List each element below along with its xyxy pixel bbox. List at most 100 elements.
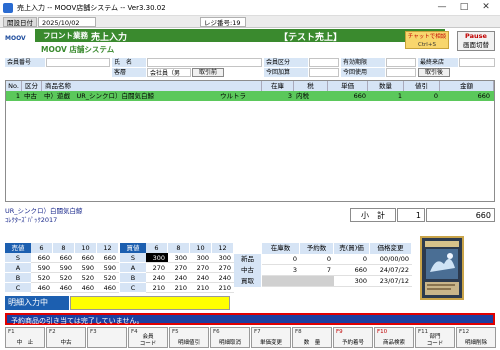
sell-col-10: 10 — [75, 243, 97, 253]
sell-cell: 590 — [31, 263, 53, 273]
buy-table-title: 買値 — [120, 243, 146, 253]
member-class-label: 会員区分 — [264, 58, 308, 67]
sell-col-8: 8 — [53, 243, 75, 253]
fkey-f9-button[interactable]: F9 予約着号 — [333, 327, 373, 348]
sell-grade-a: A — [5, 263, 31, 273]
col-tax: 税 — [294, 81, 328, 91]
points-use-field — [386, 68, 416, 77]
info-strip: 開設日付 2025/10/02 レジ番号:19 — [0, 16, 500, 28]
fkey-label: 数 量 — [303, 340, 321, 346]
buy-cell: 270 — [168, 263, 190, 273]
pause-button[interactable]: Pause 画面切替 — [457, 31, 495, 51]
expiry-label: 有効期限 — [341, 58, 385, 67]
stock-row-buy-label: 買取 — [234, 276, 262, 287]
fkey-f3-button[interactable]: F3 — [87, 327, 127, 348]
name-label: 氏 名 — [112, 58, 146, 67]
sell-cell: 590 — [53, 263, 75, 273]
fkey-f8-button[interactable]: F8 数 量 — [292, 327, 332, 348]
last-visit-field — [459, 58, 495, 67]
fkey-f11-button[interactable]: F11 部門 コード — [415, 327, 455, 348]
title-bar: 売上入力 -- MOOV店舗システム -- Ver3.30.02 — □ ✕ — [0, 0, 500, 16]
buy-grade-s: S — [120, 253, 146, 263]
fkey-number: F3 — [90, 329, 97, 335]
fkey-f4-button[interactable]: F4 会員 コード — [128, 327, 168, 348]
fkey-f12-button[interactable]: F12 明細削除 — [456, 327, 496, 348]
row-kubun: 中古 — [24, 92, 37, 100]
subtotal-amount: 660 — [426, 208, 495, 222]
col-price-change: 価格変更 — [370, 243, 412, 254]
customer-field[interactable]: 会社員（男 — [147, 68, 191, 77]
row-item-name: 中）遊戯 UR_シンクロ）白闘気白鯨 — [44, 92, 155, 100]
table-row[interactable]: 1 中古 中）遊戯 UR_シンクロ）白闘気白鯨 ウルトラ 3 内税 660 1 … — [6, 91, 494, 101]
entry-input[interactable] — [70, 296, 230, 310]
buy-grade-c: C — [120, 283, 146, 293]
sell-cell: 520 — [97, 273, 119, 283]
sell-table-title: 売値 — [5, 243, 31, 253]
after-transaction-button[interactable]: 取引後 — [418, 68, 450, 77]
sell-cell: 660 — [31, 253, 53, 263]
buy-cell: 210 — [190, 283, 212, 293]
last-visit-label: 最終来店 — [418, 58, 458, 67]
system-name: MOOV 店舗システム — [41, 45, 115, 54]
fkey-label: 中 止 — [16, 340, 34, 346]
fkey-f1-button[interactable]: F1 中 止 — [5, 327, 45, 348]
before-transaction-button[interactable]: 取引前 — [192, 68, 224, 77]
buy-cell: 300 — [212, 253, 234, 263]
line-item-grid: No. 区分 商品名称 在庫 税 単価 数量 値引 金額 1 中古 中）遊戯 U… — [5, 80, 495, 202]
row-tax: 内税 — [296, 92, 309, 100]
sell-cell: 660 — [53, 253, 75, 263]
fkey-label: 単価変更 — [259, 340, 282, 346]
fkey-number: F5 — [172, 329, 179, 335]
sell-cell: 660 — [75, 253, 97, 263]
col-price: 単価 — [328, 81, 368, 91]
buy-cell: 300 — [168, 253, 190, 263]
card-art-icon — [425, 241, 459, 295]
status-message: 予約商品の引き当ては完了していません。 — [5, 313, 495, 325]
name-field[interactable] — [147, 58, 262, 67]
chat-button[interactable]: チャットで相談 Ctrl+S — [405, 31, 449, 49]
col-no: No. — [6, 81, 22, 91]
stock-row-used-label: 中古 — [234, 265, 262, 276]
fkey-number: F1 — [8, 329, 15, 335]
buy-cell: 300 — [190, 253, 212, 263]
dept-label: フロント業務 — [43, 31, 88, 40]
fkey-f2-button[interactable]: F2 中古 — [46, 327, 86, 348]
buy-cell: 240 — [212, 273, 234, 283]
sell-col-12: 12 — [97, 243, 119, 253]
fkey-label: 中古 — [60, 340, 72, 346]
stock-cell: 0 — [334, 254, 370, 265]
fkey-f6-button[interactable]: F6 明細取消 — [210, 327, 250, 348]
subtotal-label: 小 計 — [350, 208, 396, 222]
fkey-number: F12 — [459, 329, 470, 335]
row-qty: 1 — [397, 92, 402, 100]
buy-cell-selected[interactable]: 300 — [146, 253, 168, 263]
maximize-icon[interactable]: □ — [453, 1, 475, 14]
stock-cell: 0 — [262, 254, 300, 265]
sell-cell: 520 — [31, 273, 53, 283]
fkey-f10-button[interactable]: F10 商品検索 — [374, 327, 414, 348]
customer-label: 客層 — [112, 68, 146, 77]
buy-col-8: 8 — [168, 243, 190, 253]
sell-grade-c: C — [5, 283, 31, 293]
stock-cell: 00/00/00 — [370, 254, 412, 265]
fkey-f5-button[interactable]: F5 明細値引 — [169, 327, 209, 348]
row-no: 1 — [15, 92, 20, 100]
col-price: 売(買)価 — [334, 243, 370, 254]
fkey-f7-button[interactable]: F7 単価変更 — [251, 327, 291, 348]
buy-cell: 270 — [146, 263, 168, 273]
stock-cell: 3 — [262, 265, 300, 276]
sell-cell: 460 — [53, 283, 75, 293]
col-stock-count: 在庫数 — [262, 243, 300, 254]
fkey-label: 明細値引 — [177, 340, 200, 346]
screen-switch-label: 画面切替 — [463, 41, 489, 49]
fkey-number: F2 — [49, 329, 56, 335]
minimize-icon[interactable]: — — [431, 1, 453, 14]
expiry-field — [386, 58, 416, 67]
buy-cell: 210 — [212, 283, 234, 293]
moov-logo: MOOV — [5, 35, 26, 42]
mode-label: 【テスト売上】 — [279, 33, 343, 43]
fkey-number: F6 — [213, 329, 220, 335]
col-name: 商品名称 — [42, 81, 262, 91]
member-no-field[interactable] — [46, 58, 110, 67]
close-icon[interactable]: ✕ — [475, 1, 497, 14]
